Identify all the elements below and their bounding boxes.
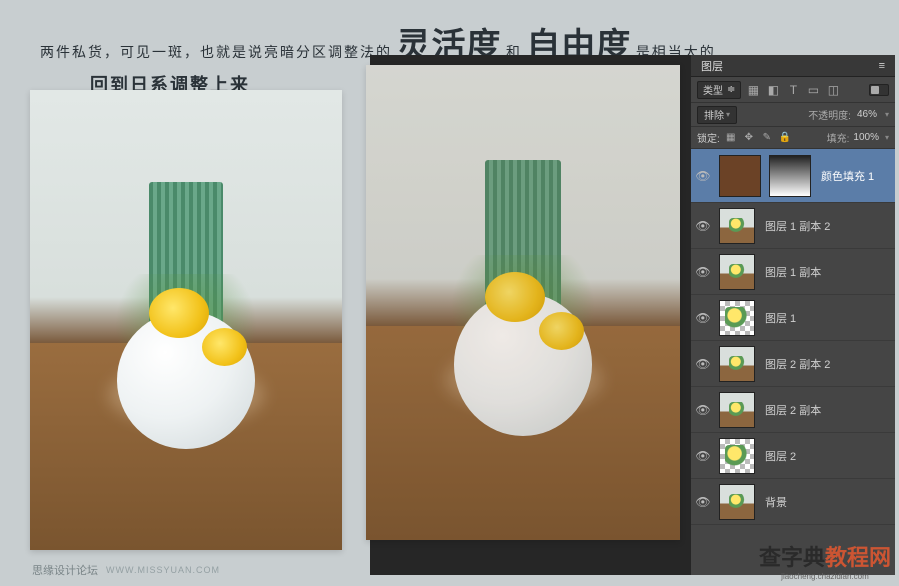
layer-visibility-icon[interactable]: 👁 [691,403,715,417]
lock-position-icon[interactable]: ✥ [742,131,756,145]
layer-thumb[interactable] [719,392,755,428]
layer-name[interactable]: 图层 1 [765,310,889,326]
fill-chevron-icon[interactable]: ▾ [885,133,889,142]
layer-row[interactable]: 👁 颜色填充 1 [691,149,895,203]
layer-visibility-icon[interactable]: 👁 [691,169,715,183]
layer-thumb[interactable] [719,484,755,520]
panel-menu-icon[interactable]: ≡ [879,60,885,72]
filter-text-icon[interactable]: T [785,82,801,98]
watermark-url: WWW.MISSYUAN.COM [106,565,220,575]
photoshop-window: 图层 ≡ 类型 ≑ ▦ ◧ T ▭ ◫ 排除 ▾ 不透明度: 46% ▾ 锁定: [370,55,895,575]
filter-adjust-icon[interactable]: ◧ [765,82,781,98]
layer-name[interactable]: 图层 2 [765,448,889,464]
brand-a: 查字典 [759,545,825,570]
opacity-label: 不透明度: [808,107,851,122]
layer-visibility-icon[interactable]: 👁 [691,265,715,279]
layer-row[interactable]: 👁 图层 2 副本 [691,387,895,433]
layer-name[interactable]: 背景 [765,494,889,510]
layer-name[interactable]: 颜色填充 1 [821,168,889,184]
watermark-site: 思缘设计论坛 [32,562,98,578]
brand-url: jiaocheng.chazidian.com [759,572,891,581]
watermark: 思缘设计论坛 WWW.MISSYUAN.COM [32,562,220,578]
filter-toggle[interactable] [869,84,889,96]
layer-row[interactable]: 👁 图层 2 [691,433,895,479]
layer-thumb[interactable] [719,254,755,290]
layer-visibility-icon[interactable]: 👁 [691,311,715,325]
fill-label: 填充: [827,130,850,145]
layer-visibility-icon[interactable]: 👁 [691,357,715,371]
layer-visibility-icon[interactable]: 👁 [691,449,715,463]
layers-list[interactable]: 👁 颜色填充 1 👁 图层 1 副本 2 👁 图层 1 副本 👁 图层 1 👁 图层 2 副本 2… [691,149,895,551]
layer-name[interactable]: 图层 1 副本 [765,264,889,280]
layer-row[interactable]: 👁 图层 1 [691,295,895,341]
layer-row[interactable]: 👁 图层 1 副本 [691,249,895,295]
layer-thumb[interactable] [719,208,755,244]
lock-label: 锁定: [697,130,720,145]
layer-thumb[interactable] [719,346,755,382]
lock-brush-icon[interactable]: ✎ [760,131,774,145]
layer-thumb-fill[interactable] [719,155,761,197]
brand-b: 教程网 [825,545,891,570]
layer-name[interactable]: 图层 2 副本 2 [765,356,889,372]
filter-smart-icon[interactable]: ◫ [825,82,841,98]
layer-thumb-mask[interactable] [769,155,811,197]
layer-row[interactable]: 👁 图层 1 副本 2 [691,203,895,249]
headline-prefix: 两件私货，可见一斑，也就是说亮暗分区调整法的 [40,44,392,60]
layer-name[interactable]: 图层 1 副本 2 [765,218,889,234]
brand-logo: 查字典教程网 jiaocheng.chazidian.com [759,540,891,581]
filter-kind-select[interactable]: 类型 ≑ [697,81,741,99]
layer-thumb[interactable] [719,438,755,474]
lock-all-icon[interactable]: 🔒 [778,131,792,145]
layer-row[interactable]: 👁 背景 [691,479,895,525]
layer-visibility-icon[interactable]: 👁 [691,219,715,233]
filter-shape-icon[interactable]: ▭ [805,82,821,98]
layers-panel: 图层 ≡ 类型 ≑ ▦ ◧ T ▭ ◫ 排除 ▾ 不透明度: 46% ▾ 锁定: [691,55,895,575]
lock-pixels-icon[interactable]: ▦ [724,131,738,145]
fill-value[interactable]: 100% [853,132,879,143]
canvas-area[interactable] [370,55,690,575]
panel-tab-layers[interactable]: 图层 [701,58,723,74]
opacity-chevron-icon[interactable]: ▾ [885,110,889,119]
layer-visibility-icon[interactable]: 👁 [691,495,715,509]
blend-row: 排除 ▾ 不透明度: 46% ▾ [691,103,895,127]
original-photo [30,90,342,550]
blend-mode-select[interactable]: 排除 ▾ [697,106,737,124]
lock-row: 锁定: ▦ ✥ ✎ 🔒 填充: 100% ▾ [691,127,895,149]
layer-thumb[interactable] [719,300,755,336]
layer-name[interactable]: 图层 2 副本 [765,402,889,418]
opacity-value[interactable]: 46% [857,109,877,120]
panel-tab-bar: 图层 ≡ [691,55,895,77]
filter-row: 类型 ≑ ▦ ◧ T ▭ ◫ [691,77,895,103]
layer-row[interactable]: 👁 图层 2 副本 2 [691,341,895,387]
filter-pixel-icon[interactable]: ▦ [745,82,761,98]
